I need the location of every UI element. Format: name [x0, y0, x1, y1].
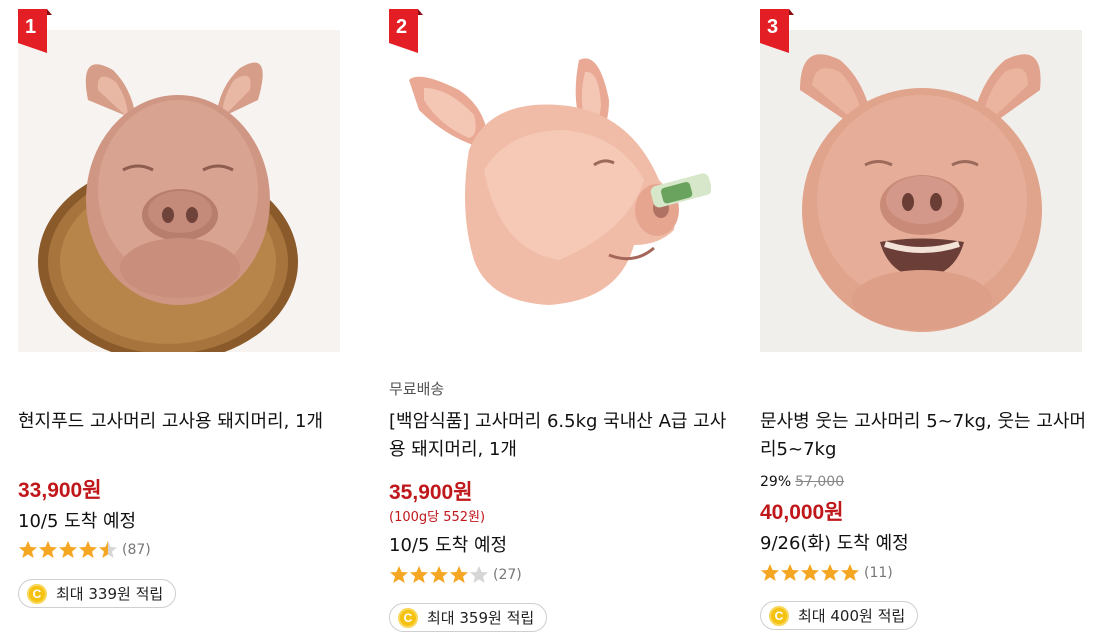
review-count[interactable]: (11): [864, 565, 893, 581]
rank-number: 2: [395, 16, 408, 38]
star-icon: [430, 566, 448, 583]
rank-badge: 2: [385, 9, 423, 53]
star-icon: [801, 564, 819, 581]
product-card[interactable]: 1 현지푸드 고사머리 고사용 돼지머리, 1개 33,900원 10/5 도착…: [18, 0, 358, 642]
star-icon: [390, 566, 408, 583]
product-title[interactable]: 문사병 웃는 고사머리 5~7kg, 웃는 고사머리5~7kg: [760, 408, 1098, 464]
reward-label: 최대 359원 적립: [427, 609, 535, 627]
reward-points-badge: C 최대 339원 적립: [18, 579, 177, 608]
product-card[interactable]: 3 문사병 웃는 고사머리 5~7kg, 웃는 고사머리5~7kg 29% 57,…: [760, 0, 1100, 642]
rank-badge: 1: [14, 9, 52, 53]
sale-price: 40,000원: [760, 501, 844, 524]
star-icon: [821, 564, 839, 581]
coin-icon: C: [398, 607, 418, 628]
star-icon: [781, 564, 799, 581]
coin-icon: C: [769, 605, 789, 626]
unit-price: (100g당 552원): [389, 510, 486, 525]
delivery-estimate: 9/26(화) 도착 예정: [760, 533, 909, 554]
rating: (27): [389, 565, 522, 584]
delivery-estimate: 10/5 도착 예정: [18, 511, 137, 532]
star-icon: [59, 541, 77, 558]
sale-price: 33,900원: [18, 479, 102, 502]
review-count[interactable]: (87): [122, 542, 151, 558]
free-shipping-badge: 무료배송: [389, 380, 445, 398]
product-image[interactable]: [18, 30, 340, 352]
star-icon: [841, 564, 859, 581]
product-image[interactable]: [389, 30, 711, 352]
discount-rate: 29%: [760, 474, 792, 490]
star-icon: [39, 541, 57, 558]
product-image[interactable]: [760, 30, 1082, 352]
rating: (11): [760, 563, 893, 582]
product-card[interactable]: 2 무료배송 [백암식품] 고사머리 6.5kg 국내산 A급 고사용 돼지머리…: [389, 0, 729, 642]
original-price: 57,000: [795, 474, 845, 490]
star-icon: [470, 566, 488, 583]
star-icon: [450, 566, 468, 583]
rating: (87): [18, 540, 151, 559]
rank-number: 3: [766, 16, 779, 38]
review-count[interactable]: (27): [493, 567, 522, 583]
reward-points-badge: C 최대 359원 적립: [389, 603, 548, 632]
star-icon: [99, 541, 117, 558]
reward-points-badge: C 최대 400원 적립: [760, 601, 919, 630]
star-icon: [410, 566, 428, 583]
reward-label: 최대 400원 적립: [798, 607, 906, 625]
rank-badge: 3: [756, 9, 794, 53]
star-rating: [389, 565, 489, 584]
product-title[interactable]: 현지푸드 고사머리 고사용 돼지머리, 1개: [18, 408, 356, 436]
product-title[interactable]: [백암식품] 고사머리 6.5kg 국내산 A급 고사용 돼지머리, 1개: [389, 408, 727, 464]
star-icon: [19, 541, 37, 558]
star-rating: [18, 540, 118, 559]
rank-number: 1: [24, 16, 37, 38]
delivery-estimate: 10/5 도착 예정: [389, 535, 508, 556]
star-icon: [79, 541, 97, 558]
sale-price: 35,900원: [389, 481, 473, 504]
discount-info: 29% 57,000: [760, 474, 844, 490]
reward-label: 최대 339원 적립: [56, 585, 164, 603]
star-icon: [761, 564, 779, 581]
coin-icon: C: [27, 583, 47, 604]
star-rating: [760, 563, 860, 582]
